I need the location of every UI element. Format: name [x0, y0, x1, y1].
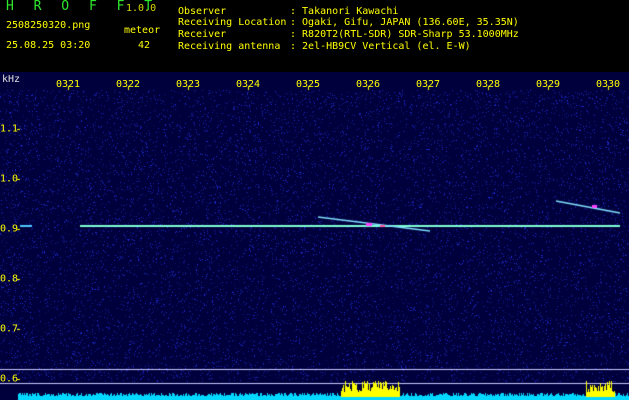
- y-tick-label: 1.1: [0, 123, 19, 135]
- file-datetime: 25.08.25 03:20: [6, 40, 91, 51]
- file-name: 2508250320.png: [6, 20, 91, 31]
- app-version: 1.0.0: [126, 3, 157, 14]
- x-tick-label: 0327: [415, 79, 441, 90]
- x-tick-label: 0322: [115, 79, 141, 90]
- meteor-count: 42: [138, 40, 151, 51]
- x-tick-label: 0328: [475, 79, 501, 90]
- y-tick-label: 0.7: [0, 323, 19, 335]
- meteor-label: meteor: [124, 25, 161, 36]
- y-tick-label: 0.6: [0, 373, 19, 385]
- info-value-location: : Ogaki, Gifu, JAPAN (136.60E, 35.35N): [290, 17, 519, 28]
- x-tick-label: 0330: [595, 79, 621, 90]
- unit-label: kHz: [2, 74, 21, 85]
- spectrogram-canvas: [0, 72, 629, 400]
- x-tick-label: 0325: [295, 79, 321, 90]
- y-tick-label: 0.8: [0, 273, 19, 285]
- x-tick-label: 0329: [535, 79, 561, 90]
- x-tick-label: 0323: [175, 79, 201, 90]
- info-label-antenna: Receiving antenna: [178, 41, 281, 52]
- info-value-antenna: : 2el-HB9CV Vertical (el. E-W): [290, 41, 471, 52]
- info-label-receiver: Receiver: [178, 29, 227, 40]
- y-tick-label: 0.9: [0, 223, 19, 235]
- x-tick-label: 0324: [235, 79, 261, 90]
- x-tick-label: 0326: [355, 79, 381, 90]
- info-value-receiver: : R820T2(RTL-SDR) SDR-Sharp 53.1000MHz: [290, 29, 519, 40]
- y-tick-label: 1.0: [0, 173, 19, 185]
- info-label-location: Receiving Location: [178, 17, 287, 28]
- header: H R O F F T 1.0.0 2508250320.png 25.08.2…: [0, 0, 629, 72]
- x-tick-label: 0321: [55, 79, 81, 90]
